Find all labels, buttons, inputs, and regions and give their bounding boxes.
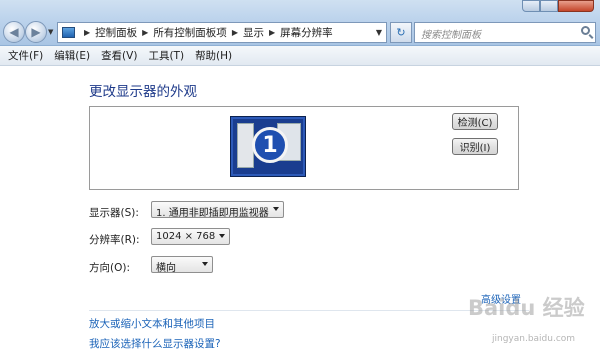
- chevron-down-icon: [202, 262, 208, 266]
- arrow-left-icon: ◀: [9, 25, 19, 39]
- refresh-button[interactable]: ↻: [390, 22, 412, 43]
- display-preview-panel: 1 检测(C) 识别(I): [89, 106, 519, 190]
- watermark-url: jingyan.baidu.com: [492, 334, 576, 344]
- text-size-link[interactable]: 放大或缩小文本和其他项目: [89, 316, 215, 331]
- close-button[interactable]: [558, 0, 594, 12]
- orientation-label: 方向(O):: [89, 262, 130, 274]
- identify-button[interactable]: 识别(I): [452, 138, 498, 155]
- display-label: 显示器(S):: [89, 207, 139, 219]
- chevron-right-icon[interactable]: ▶: [142, 28, 148, 37]
- orientation-select-value: 横向: [156, 263, 176, 274]
- menu-bar: 文件(F) 编辑(E) 查看(V) 工具(T) 帮助(H): [0, 46, 600, 66]
- control-panel-icon: [62, 27, 75, 38]
- menu-view[interactable]: 查看(V): [101, 48, 137, 63]
- resolution-label: 分辨率(R):: [89, 234, 140, 246]
- recent-pages-dropdown[interactable]: ▼: [48, 28, 53, 36]
- baidu-watermark: Baidu 经验: [468, 296, 585, 320]
- window-titlebar: ◀ ▶ ▼ ▶ 控制面板 ▶ 所有控制面板项 ▶ 显示 ▶ 屏幕分辨率 ▼ ↻ …: [0, 0, 600, 46]
- menu-edit[interactable]: 编辑(E): [54, 48, 90, 63]
- search-input[interactable]: 搜索控制面板: [414, 22, 596, 43]
- monitor-number-badge: 1: [252, 127, 288, 163]
- maximize-button[interactable]: [540, 0, 558, 12]
- menu-file[interactable]: 文件(F): [8, 48, 43, 63]
- window-controls: [522, 0, 594, 12]
- menu-help[interactable]: 帮助(H): [195, 48, 232, 63]
- back-button[interactable]: ◀: [3, 21, 25, 43]
- menu-tools[interactable]: 工具(T): [148, 48, 184, 63]
- search-placeholder: 搜索控制面板: [421, 30, 481, 41]
- monitor-thumbnail[interactable]: 1: [231, 117, 305, 176]
- chevron-right-icon[interactable]: ▶: [84, 28, 90, 37]
- display-select[interactable]: 1. 通用非即插即用监视器: [151, 201, 284, 219]
- address-bar[interactable]: ▶ 控制面板 ▶ 所有控制面板项 ▶ 显示 ▶ 屏幕分辨率 ▼: [57, 22, 387, 43]
- display-help-link[interactable]: 我应该选择什么显示器设置?: [89, 336, 221, 351]
- breadcrumb-resolution[interactable]: 屏幕分辨率: [280, 25, 333, 40]
- arrow-right-icon: ▶: [31, 25, 41, 39]
- minimize-button[interactable]: [522, 0, 540, 12]
- detect-button[interactable]: 检测(C): [452, 113, 498, 130]
- breadcrumb-control-panel[interactable]: 控制面板: [95, 25, 137, 40]
- page-title: 更改显示器的外观: [89, 84, 197, 100]
- orientation-select[interactable]: 横向: [151, 256, 213, 274]
- forward-button[interactable]: ▶: [25, 21, 47, 43]
- refresh-icon: ↻: [396, 26, 406, 39]
- breadcrumb-display[interactable]: 显示: [243, 25, 264, 40]
- chevron-down-icon: [272, 207, 279, 211]
- resolution-select[interactable]: 1024 × 768: [151, 228, 231, 245]
- breadcrumb-all-items[interactable]: 所有控制面板项: [153, 25, 227, 40]
- resolution-select-value: 1024 × 768: [156, 231, 216, 242]
- search-icon[interactable]: [581, 26, 590, 35]
- display-select-value: 1. 通用非即插即用监视器: [156, 208, 269, 219]
- address-dropdown-icon[interactable]: ▼: [376, 28, 382, 37]
- chevron-right-icon[interactable]: ▶: [269, 28, 275, 37]
- chevron-right-icon[interactable]: ▶: [232, 28, 238, 37]
- divider: [89, 310, 529, 311]
- chevron-down-icon: [219, 234, 226, 238]
